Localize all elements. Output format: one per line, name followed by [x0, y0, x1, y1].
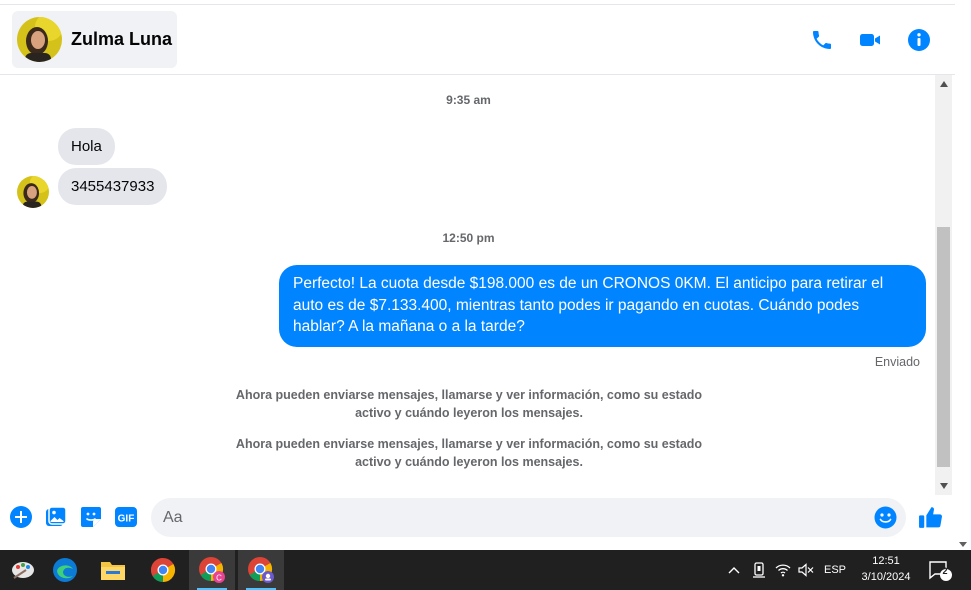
info-icon[interactable] [906, 27, 932, 53]
like-icon[interactable] [917, 504, 943, 530]
notification-center-icon[interactable]: 2 [927, 560, 953, 582]
gif-icon[interactable]: GIF [114, 505, 138, 529]
clock[interactable]: 12:51 3/10/2024 [855, 553, 917, 585]
device-icon[interactable] [750, 561, 768, 579]
scroll-thumb[interactable] [937, 227, 950, 467]
plus-icon[interactable] [9, 505, 33, 529]
messenger-window: Zulma Luna 9:35 am Hola 3455437933 12:50… [0, 0, 971, 590]
taskbar: C ESP 12:51 3/10/2024 2 [0, 550, 971, 590]
contact-avatar [17, 17, 62, 62]
wifi-icon[interactable] [774, 561, 792, 579]
svg-text:C: C [216, 574, 222, 583]
scroll-up-arrow-icon[interactable] [935, 77, 952, 91]
timestamp: 12:50 pm [442, 231, 495, 245]
file-explorer-icon[interactable] [90, 550, 136, 590]
system-notice: Ahora pueden enviarse mensajes, llamarse… [235, 388, 703, 420]
show-hidden-icons-icon[interactable] [725, 561, 743, 579]
window-scroll-down-icon[interactable] [957, 536, 969, 547]
notification-count: 2 [942, 566, 948, 576]
contact-avatar-small[interactable] [17, 176, 49, 208]
chat-header: Zulma Luna [0, 5, 955, 75]
edge-icon[interactable] [42, 550, 88, 590]
incoming-message[interactable]: Hola [58, 128, 115, 165]
emoji-icon[interactable] [874, 506, 897, 529]
video-icon[interactable] [857, 27, 883, 53]
language-indicator[interactable]: ESP [821, 561, 849, 579]
message-input[interactable] [163, 498, 863, 537]
chrome-icon[interactable] [140, 550, 186, 590]
volume-muted-icon[interactable] [797, 561, 815, 579]
timestamp: 9:35 am [446, 93, 491, 107]
message-composer: GIF [0, 495, 955, 541]
chrome-profile-c-icon[interactable]: C [189, 550, 235, 590]
phone-icon[interactable] [809, 27, 835, 53]
contact-name: Zulma Luna [71, 29, 173, 49]
clock-date: 3/10/2024 [861, 571, 911, 583]
system-notice: Ahora pueden enviarse mensajes, llamarse… [235, 437, 703, 469]
svg-text:GIF: GIF [118, 514, 135, 525]
message-scrollbar[interactable] [935, 75, 952, 495]
paint-icon[interactable] [0, 550, 46, 590]
message-input-box[interactable] [151, 498, 906, 537]
photo-icon[interactable] [44, 505, 68, 529]
chrome-profile-incognito-icon[interactable] [238, 550, 284, 590]
message-status: Enviado [874, 355, 920, 369]
contact-card[interactable]: Zulma Luna [12, 11, 177, 68]
scroll-down-arrow-icon[interactable] [935, 479, 952, 493]
outgoing-message[interactable]: Perfecto! La cuota desde $198.000 es de … [279, 265, 926, 347]
clock-time: 12:51 [872, 555, 900, 567]
sticker-icon[interactable] [79, 505, 103, 529]
incoming-message[interactable]: 3455437933 [58, 168, 168, 205]
